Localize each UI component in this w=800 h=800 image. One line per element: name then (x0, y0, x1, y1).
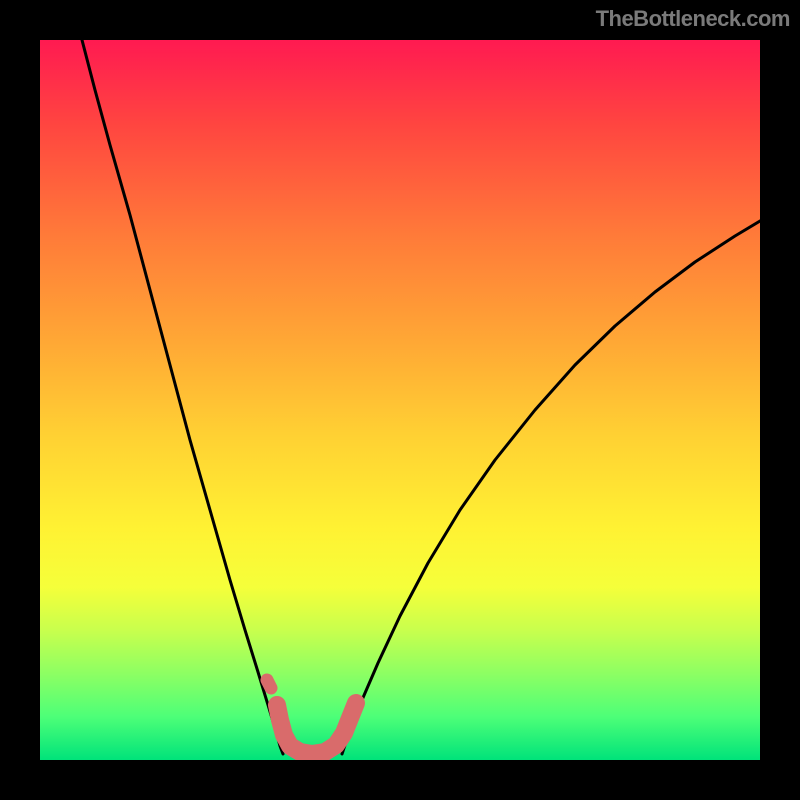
series-highlight-blob (277, 703, 356, 754)
series-left-curve (82, 40, 283, 754)
series-right-curve (342, 221, 760, 754)
plot-area (40, 40, 760, 760)
outer-frame: TheBottleneck.com (0, 0, 800, 800)
series-highlight-dot (267, 680, 271, 688)
watermark-text: TheBottleneck.com (596, 6, 790, 32)
chart-svg (40, 40, 760, 760)
